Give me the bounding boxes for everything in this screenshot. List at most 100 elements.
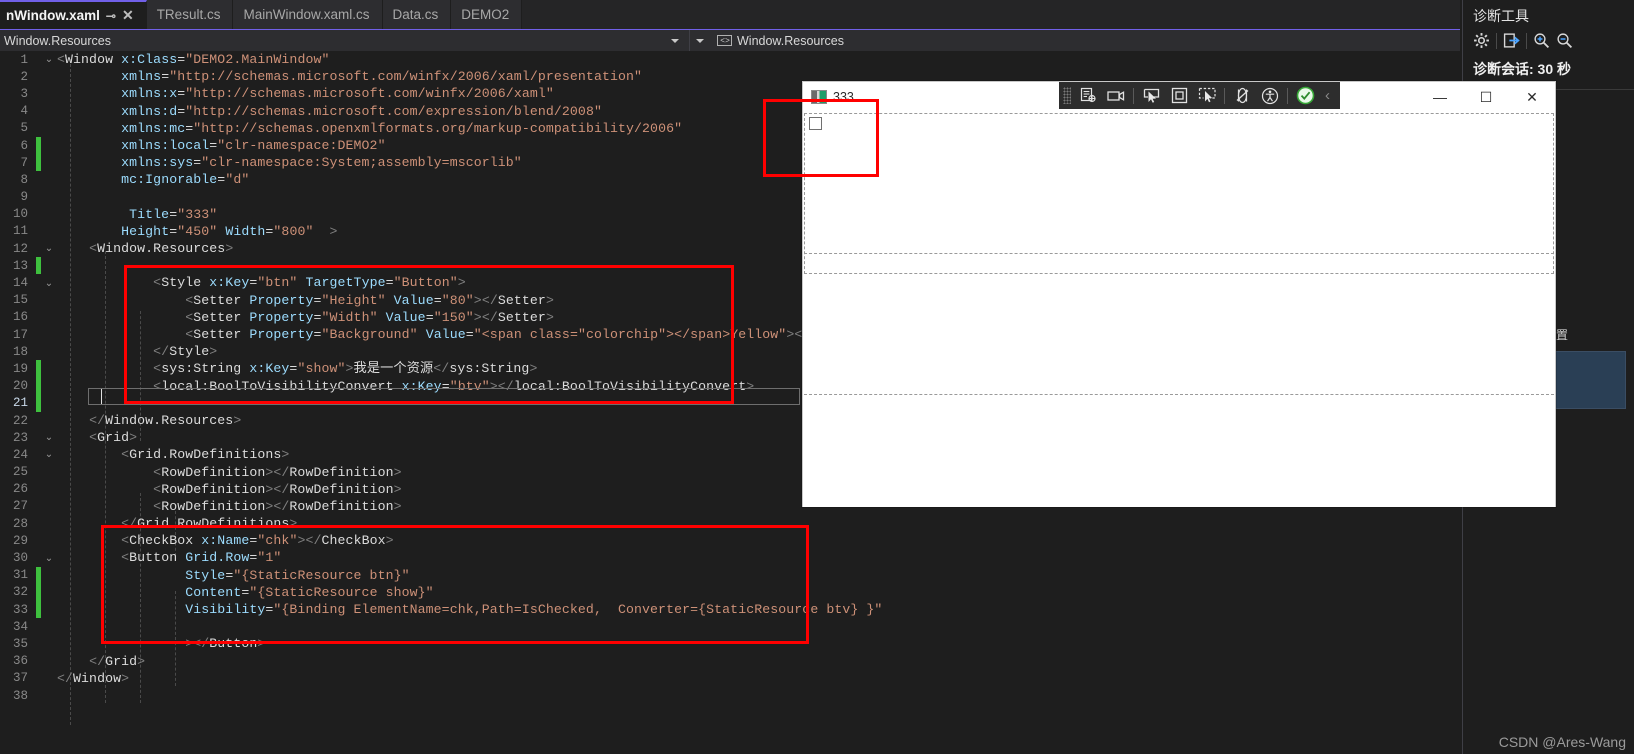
change-indicator <box>36 653 41 670</box>
chevron-down-icon[interactable] <box>671 38 679 43</box>
wpf-app-window[interactable]: 333 — ☐ ✕ ‹ <box>802 81 1556 507</box>
code-text: </Window> <box>57 670 130 686</box>
diagnostic-session-label: 诊断会话: 30 秒 <box>1473 61 1572 77</box>
status-ok-icon[interactable] <box>1291 84 1319 108</box>
toolbar-separator <box>1133 87 1134 104</box>
line-number: 16 <box>12 310 28 325</box>
code-line[interactable]: 28 </Grid.RowDefinitions> <box>0 515 1437 532</box>
code-line[interactable]: 31 Style="{StaticResource btn}" <box>0 566 1437 584</box>
change-indicator <box>36 670 41 687</box>
code-text: <Window x:Class="DEMO2.MainWindow" <box>57 52 330 67</box>
navbar-right-label: Window.Resources <box>737 33 844 48</box>
zoom-in-icon[interactable] <box>1533 32 1550 49</box>
track-focused-element-icon[interactable] <box>1228 84 1256 108</box>
line-number: 19 <box>12 361 28 376</box>
code-line[interactable]: 32 Content="{StaticResource show}" <box>0 583 1437 601</box>
code-element-icon: < > <box>717 35 732 46</box>
fold-toggle-icon[interactable]: ⌄ <box>41 449 57 460</box>
change-indicator <box>36 171 41 188</box>
line-number: 14 <box>12 276 28 291</box>
maximize-button[interactable]: ☐ <box>1463 82 1509 112</box>
line-number: 3 <box>20 86 28 101</box>
change-indicator <box>36 223 41 240</box>
change-indicator <box>36 464 41 481</box>
enable-selection-icon[interactable] <box>1193 84 1221 108</box>
line-number: 10 <box>12 207 28 222</box>
display-layout-adorners-icon[interactable] <box>1165 84 1193 108</box>
tab-tresult-cs[interactable]: TResult.cs <box>146 0 234 29</box>
wpf-window-title: 333 <box>833 90 854 104</box>
line-number: 29 <box>12 533 28 548</box>
tab-mainwindow-xaml-cs[interactable]: MainWindow.xaml.cs <box>233 0 383 29</box>
gear-icon[interactable] <box>1473 32 1490 49</box>
xaml-live-debug-toolbar[interactable]: ‹ <box>1059 82 1340 109</box>
code-line[interactable]: 34 <box>0 618 1437 635</box>
navbar-left-scope[interactable]: Window.Resources <box>0 30 690 51</box>
designer-checkbox[interactable] <box>809 117 822 130</box>
line-number: 4 <box>20 104 28 119</box>
code-line[interactable]: 38 <box>0 687 1437 704</box>
line-number: 35 <box>12 636 28 651</box>
watermark: CSDN @Ares-Wang <box>1498 734 1626 750</box>
line-number: 32 <box>12 585 28 600</box>
tab-label: MainWindow.xaml.cs <box>243 7 370 22</box>
close-icon[interactable]: ✕ <box>122 7 134 24</box>
fold-toggle-icon[interactable]: ⌄ <box>41 432 57 443</box>
change-indicator <box>36 68 41 85</box>
chevron-down-icon[interactable] <box>696 38 704 43</box>
visual-studio-window: nWindow.xaml ⊸ ✕ TResult.cs MainWindow.x… <box>0 0 1634 754</box>
current-line-indicator <box>88 388 800 405</box>
open-external-icon[interactable] <box>1503 32 1520 49</box>
line-number: 31 <box>12 568 28 583</box>
change-indicator <box>36 360 41 378</box>
tab-demo2[interactable]: DEMO2 <box>451 0 523 29</box>
wpf-design-surface[interactable] <box>803 112 1555 507</box>
fold-toggle-icon[interactable]: ⌄ <box>41 243 57 254</box>
close-button[interactable]: ✕ <box>1509 82 1555 112</box>
code-line[interactable]: 1 ⌄ <Window x:Class="DEMO2.MainWindow" <box>0 51 1437 68</box>
line-number: 18 <box>12 344 28 359</box>
tab-data-cs[interactable]: Data.cs <box>382 0 452 29</box>
code-text: ></Button> <box>185 636 266 652</box>
select-element-icon[interactable] <box>1137 84 1165 108</box>
code-line[interactable]: 30 ⌄ <Button Grid.Row="1" <box>0 549 1437 566</box>
change-indicator <box>36 206 41 223</box>
screenshot-icon[interactable] <box>1102 84 1130 108</box>
change-indicator <box>36 136 41 155</box>
code-text: </Grid> <box>89 653 146 669</box>
tab-mainwindow-xaml[interactable]: nWindow.xaml ⊸ ✕ <box>0 0 147 29</box>
collapse-toolbar-icon[interactable]: ‹ <box>1319 87 1336 104</box>
drag-handle-icon[interactable] <box>1063 87 1071 104</box>
accessibility-icon[interactable] <box>1256 84 1284 108</box>
line-number: 36 <box>12 654 28 669</box>
app-icon <box>811 90 827 104</box>
code-line[interactable]: 33 Visibility="{Binding ElementName=chk,… <box>0 601 1437 619</box>
go-to-live-visual-tree-icon[interactable] <box>1074 84 1102 108</box>
line-number: 6 <box>20 138 28 153</box>
line-number: 20 <box>12 379 28 394</box>
fold-toggle-icon[interactable]: ⌄ <box>41 553 57 564</box>
change-indicator <box>36 583 41 601</box>
code-line[interactable]: 37 </Window> <box>0 670 1437 687</box>
code-line[interactable]: 36 </Grid> <box>0 653 1437 670</box>
navbar-right-scope[interactable]: < > Window.Resources <box>690 30 850 51</box>
toolbar-separator <box>1526 32 1527 49</box>
line-number: 13 <box>12 258 28 273</box>
navigation-bar: Window.Resources < > Window.Resources <box>0 29 1460 51</box>
tab-label: TResult.cs <box>156 7 221 22</box>
change-indicator <box>36 377 41 395</box>
code-line[interactable]: 29 <CheckBox x:Name="chk"></CheckBox> <box>0 532 1437 549</box>
grid-row-divider <box>804 394 1554 395</box>
change-indicator <box>36 120 41 137</box>
zoom-out-icon[interactable] <box>1556 32 1573 49</box>
code-line[interactable]: 35 ></Button> <box>0 635 1437 652</box>
fold-toggle-icon[interactable]: ⌄ <box>41 54 57 65</box>
fold-toggle-icon[interactable]: ⌄ <box>41 278 57 289</box>
pin-icon[interactable]: ⊸ <box>106 9 116 23</box>
tab-label: DEMO2 <box>461 7 510 22</box>
minimize-button[interactable]: — <box>1417 82 1463 112</box>
line-number: 23 <box>12 430 28 445</box>
line-number: 28 <box>12 516 28 531</box>
